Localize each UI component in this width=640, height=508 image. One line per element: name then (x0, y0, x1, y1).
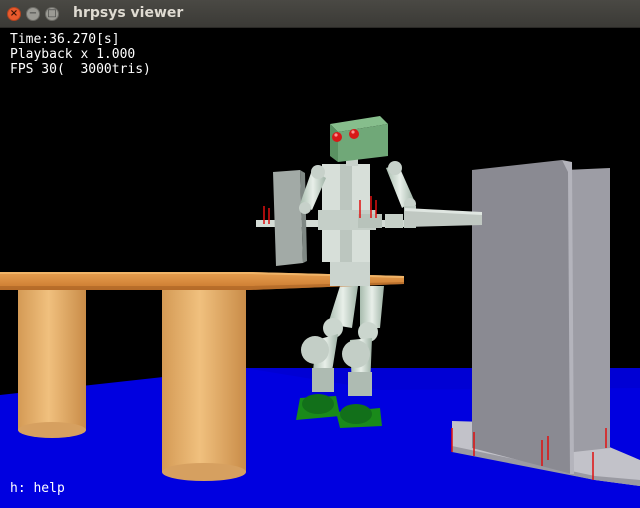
robot-left-hand-plate (273, 170, 303, 266)
wall-panel-front (472, 160, 572, 474)
robot-eye-left (332, 132, 342, 142)
minimize-icon: − (28, 8, 38, 19)
close-icon: × (9, 8, 19, 19)
hud-playback: Playback x 1.000 (10, 47, 136, 62)
table-leg-left (18, 286, 86, 438)
close-button[interactable]: × (7, 7, 21, 21)
robot-elbow-right (299, 202, 311, 214)
robot-eye-left-shine (334, 133, 338, 137)
viewer-window: × − □ hrpsys viewer Time:36.270[s] Playb… (0, 0, 640, 508)
scene-canvas (0, 116, 640, 508)
maximize-icon: □ (47, 8, 57, 19)
robot-hand-right (358, 214, 382, 228)
maximize-button[interactable]: □ (45, 7, 59, 21)
hud-help: h: help (10, 481, 65, 496)
table-leg-right (162, 286, 246, 481)
robot-eye-right-shine (351, 130, 355, 134)
hud-fps: FPS 30( 3000tris) (10, 62, 151, 77)
robot-eye-right (349, 129, 359, 139)
robot-waist (330, 262, 370, 286)
window-title: hrpsys viewer (73, 5, 184, 21)
robot-right-shoulder (311, 165, 325, 179)
minimize-button[interactable]: − (26, 7, 40, 21)
3d-viewport[interactable]: Time:36.270[s] Playback x 1.000 FPS 30( … (0, 28, 640, 508)
title-bar[interactable]: × − □ hrpsys viewer (0, 0, 640, 28)
hud-time: Time:36.270[s] (10, 32, 120, 47)
robot-left-shoulder (388, 161, 402, 175)
robot-hand-center (385, 214, 403, 228)
